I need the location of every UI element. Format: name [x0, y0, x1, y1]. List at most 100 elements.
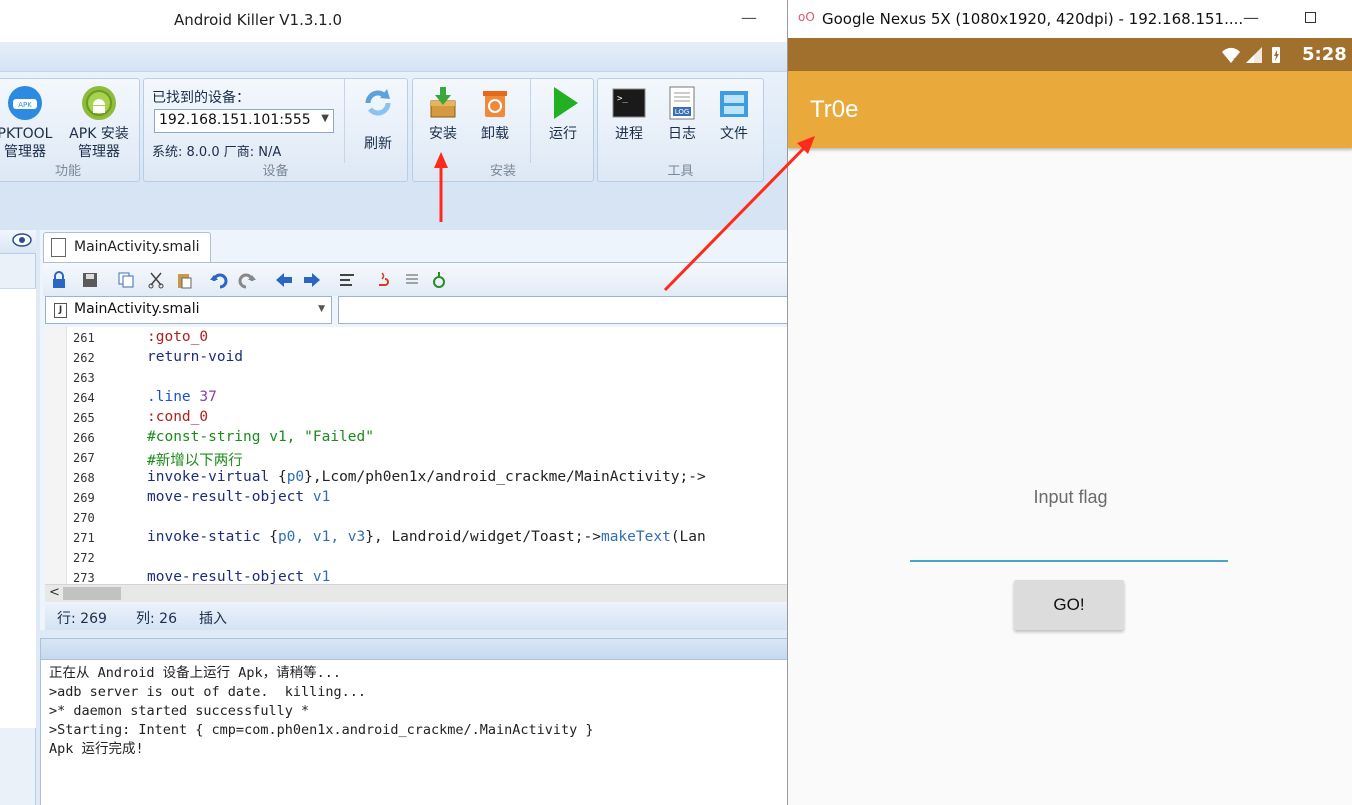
apktool-label-2: 管理器: [4, 144, 46, 160]
maximize-button[interactable]: [1305, 12, 1316, 23]
process-label: 进程: [615, 126, 643, 142]
emulator-title-bar: oO Google Nexus 5X (1080x1920, 420dpi) -…: [788, 0, 1352, 38]
device-info: 系统: 8.0.0 厂商: N/A: [152, 145, 282, 160]
cut-icon[interactable]: [147, 271, 165, 289]
file-button[interactable]: 文件: [706, 85, 762, 143]
horizontal-scrollbar[interactable]: <: [45, 584, 790, 602]
forward-arrow-icon[interactable]: [303, 271, 321, 289]
group-install-label: 安装: [489, 164, 516, 179]
scroll-left-icon[interactable]: <: [49, 585, 60, 600]
apktool-icon: APK: [8, 86, 42, 120]
lock-icon[interactable]: [50, 271, 68, 289]
apk-install-label-2: 管理器: [78, 144, 120, 160]
paste-icon[interactable]: [175, 271, 193, 289]
eye-icon[interactable]: [12, 233, 32, 247]
chevron-down-icon: ▼: [318, 304, 325, 314]
project-pane: [0, 230, 36, 805]
list-icon[interactable]: [403, 271, 421, 289]
code-token: v1: [312, 569, 331, 584]
code-token: move-result-object: [147, 569, 313, 584]
ribbon-tab-strip: [0, 42, 790, 72]
play-icon: [554, 87, 578, 119]
go-button[interactable]: GO!: [1014, 580, 1124, 630]
uninstall-label: 卸载: [481, 126, 509, 142]
svg-text:LOG: LOG: [675, 108, 690, 116]
log-line: Apk 运行完成!: [49, 741, 144, 757]
apktool-manager-button[interactable]: APK PKTOOL 管理器: [0, 85, 57, 161]
run-button[interactable]: 运行: [535, 85, 591, 143]
minimize-button[interactable]: —: [1243, 8, 1259, 27]
method-search-input[interactable]: [338, 296, 790, 324]
save-icon[interactable]: [81, 271, 99, 289]
log-line: >adb server is out of date. killing...: [49, 684, 366, 700]
code-gutter: [45, 327, 67, 584]
code-area[interactable]: 261:goto_0 262 return-void 263 264 .line 37 26…: [45, 327, 790, 584]
code-token: p0: [286, 469, 305, 485]
code-line: move-result-object v1: [147, 569, 330, 584]
line-number: 262: [73, 351, 95, 365]
process-button[interactable]: >_ 进程: [601, 85, 657, 143]
log-panel: 正在从 Android 设备上运行 Apk，请稍等... >adb server …: [40, 660, 790, 805]
back-arrow-icon[interactable]: [275, 271, 293, 289]
project-tree[interactable]: [0, 288, 36, 728]
group-tools-label: 工具: [667, 164, 694, 179]
line-number: 272: [73, 551, 95, 565]
tab-label: MainActivity.smali: [74, 239, 200, 255]
screen: Android Killer V1.3.1.0 — APK PKTOOL 管理器: [0, 0, 1352, 805]
tab-mainactivity[interactable]: MainActivity.smali: [43, 232, 211, 262]
divider: [344, 79, 345, 163]
code-line: invoke-static {p0, v1, v3}, Landroid/wid…: [147, 529, 706, 545]
svg-text:x: x: [1233, 56, 1237, 64]
ak-title-bar: Android Killer V1.3.1.0 —: [0, 0, 790, 42]
code-token: :cond_0: [147, 409, 209, 425]
line-number: 273: [73, 571, 95, 584]
divider: [530, 79, 531, 163]
code-token: .line: [147, 389, 200, 405]
install-box-icon: [430, 87, 456, 118]
line-number: 271: [73, 531, 95, 545]
flag-input[interactable]: [910, 528, 1228, 562]
android-gear-icon: [82, 86, 116, 120]
format-icon[interactable]: [338, 271, 356, 289]
code-token: {: [269, 529, 278, 545]
copy-icon[interactable]: [117, 271, 135, 289]
minimize-button[interactable]: —: [741, 8, 757, 27]
uninstall-button[interactable]: 卸载: [467, 85, 523, 143]
refresh-small-icon[interactable]: [430, 271, 448, 289]
log-button[interactable]: LOG 日志: [654, 85, 710, 143]
scrollbar-thumb[interactable]: [63, 587, 121, 600]
redo-icon[interactable]: [238, 271, 256, 289]
device-select[interactable]: 192.168.151.101:555 ▼: [154, 109, 334, 133]
code-line: :goto_0: [147, 329, 208, 345]
code-token: {: [277, 469, 287, 485]
group-device-label: 设备: [262, 164, 289, 179]
line-number: 270: [73, 511, 95, 525]
line-number: 265: [73, 411, 95, 425]
java-icon[interactable]: [373, 271, 391, 289]
code-token: :goto_0: [147, 329, 209, 345]
code-token: move-result-object: [147, 489, 313, 505]
svg-text:APK: APK: [18, 101, 32, 109]
apk-install-manager-button[interactable]: APK 安装 管理器: [63, 85, 135, 161]
file-label: 文件: [720, 126, 748, 142]
undo-icon[interactable]: [210, 271, 228, 289]
code-token: #新增以下两行: [147, 453, 243, 469]
log-label: 日志: [668, 126, 696, 142]
ak-window-title: Android Killer V1.3.1.0: [174, 11, 343, 29]
android-killer-window: Android Killer V1.3.1.0 — APK PKTOOL 管理器: [0, 0, 790, 805]
refresh-label: 刷新: [364, 136, 392, 152]
line-number: 261: [73, 331, 95, 345]
code-line: :cond_0: [147, 409, 208, 425]
log-panel-header: [40, 638, 790, 660]
code-line: #新增以下两行: [147, 449, 243, 470]
code-token: v1: [312, 489, 331, 505]
refresh-button[interactable]: 刷新: [350, 85, 406, 153]
status-row: 行: 269: [57, 611, 107, 627]
line-number: 268: [73, 471, 95, 485]
group-function-label: 功能: [54, 164, 81, 179]
run-label: 运行: [549, 126, 577, 142]
file-select[interactable]: J MainActivity.smali ▼: [45, 296, 332, 324]
code-token: p0, v1, v3: [277, 529, 366, 545]
install-button[interactable]: 安装: [415, 85, 471, 143]
line-number: 269: [73, 491, 95, 505]
